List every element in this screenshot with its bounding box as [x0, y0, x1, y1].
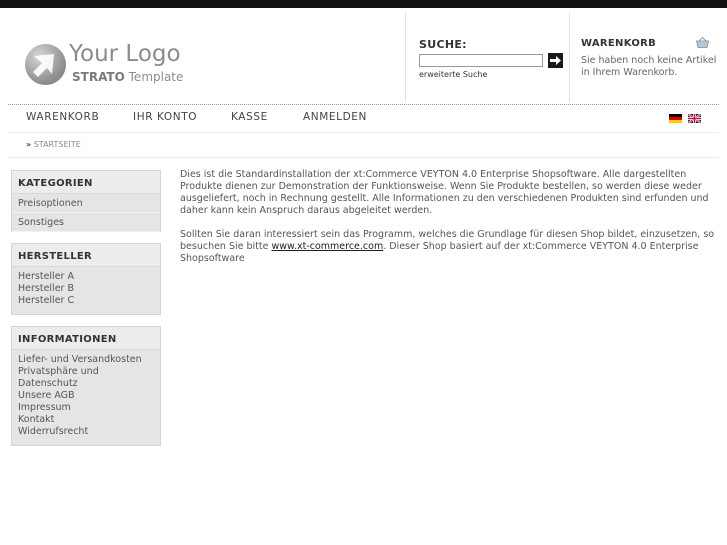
nav-ihr-konto[interactable]: IHR KONTO	[133, 111, 197, 123]
nav-warenkorb[interactable]: WARENKORB	[26, 111, 99, 123]
arrow-right-icon	[550, 56, 561, 65]
header-separator	[569, 12, 570, 102]
info-item[interactable]: Kontakt	[12, 414, 160, 426]
cart-title: WARENKORB	[581, 38, 657, 49]
breadcrumb-divider	[8, 157, 719, 158]
basket-icon[interactable]	[696, 37, 709, 48]
information-box: INFORMATIONEN Liefer- und Versandkosten …	[11, 326, 161, 446]
uk-flag-icon[interactable]	[688, 114, 701, 123]
logo[interactable]: Your Logo STRATO Template	[25, 41, 195, 87]
info-item[interactable]: Unsere AGB	[12, 390, 160, 402]
cart-status-text: Sie haben noch keine Artikel in Ihrem Wa…	[581, 55, 717, 78]
nav-bottom-divider	[8, 132, 719, 133]
xt-commerce-link[interactable]: www.xt-commerce.com	[272, 241, 384, 252]
information-title: INFORMATIONEN	[12, 327, 160, 350]
advanced-search-link[interactable]: erweiterte Suche	[419, 70, 487, 79]
search-title: SUCHE:	[419, 38, 467, 51]
info-item[interactable]: Privatsphäre und	[12, 366, 160, 378]
top-bar	[0, 0, 727, 8]
manufacturers-title: HERSTELLER	[12, 244, 160, 267]
nav-kasse[interactable]: KASSE	[231, 111, 268, 123]
info-item[interactable]: Impressum	[12, 402, 160, 414]
search-button[interactable]	[548, 53, 563, 68]
breadcrumb: » STARTSEITE	[26, 140, 81, 149]
intro-paragraph: Dies ist die Standardinstallation der xt…	[180, 169, 709, 216]
main-content: Dies ist die Standardinstallation der xt…	[180, 169, 720, 277]
categories-box: KATEGORIEN Preisoptionen Sonstiges	[11, 170, 161, 232]
nav-top-divider	[8, 104, 719, 105]
categories-title: KATEGORIEN	[12, 171, 160, 194]
manufacturer-item[interactable]: Hersteller B	[12, 283, 160, 295]
manufacturers-list: Hersteller A Hersteller B Hersteller C	[12, 267, 160, 307]
logo-subtitle: STRATO Template	[72, 70, 184, 84]
info-item[interactable]: Datenschutz	[12, 378, 160, 390]
info-item[interactable]: Widerrufsrecht	[12, 426, 160, 438]
manufacturer-item[interactable]: Hersteller A	[12, 271, 160, 283]
nav-anmelden[interactable]: ANMELDEN	[303, 111, 367, 123]
category-item[interactable]: Preisoptionen	[12, 194, 160, 213]
logo-title: Your Logo	[69, 41, 181, 67]
breadcrumb-home-link[interactable]: STARTSEITE	[34, 140, 81, 149]
breadcrumb-arrow-icon: »	[26, 140, 32, 149]
search-input[interactable]	[419, 54, 543, 67]
info-paragraph: Sollten Sie daran interessiert sein das …	[180, 229, 715, 264]
manufacturer-item[interactable]: Hersteller C	[12, 295, 160, 307]
category-item[interactable]: Sonstiges	[12, 213, 160, 232]
information-list: Liefer- und Versandkosten Privatsphäre u…	[12, 350, 160, 438]
main-nav: WARENKORB IHR KONTO KASSE ANMELDEN	[0, 111, 727, 127]
header-separator	[405, 12, 406, 102]
german-flag-icon[interactable]	[669, 114, 682, 123]
logo-arrow-icon	[25, 44, 66, 85]
info-item[interactable]: Liefer- und Versandkosten	[12, 354, 160, 366]
manufacturers-box: HERSTELLER Hersteller A Hersteller B Her…	[11, 243, 161, 315]
